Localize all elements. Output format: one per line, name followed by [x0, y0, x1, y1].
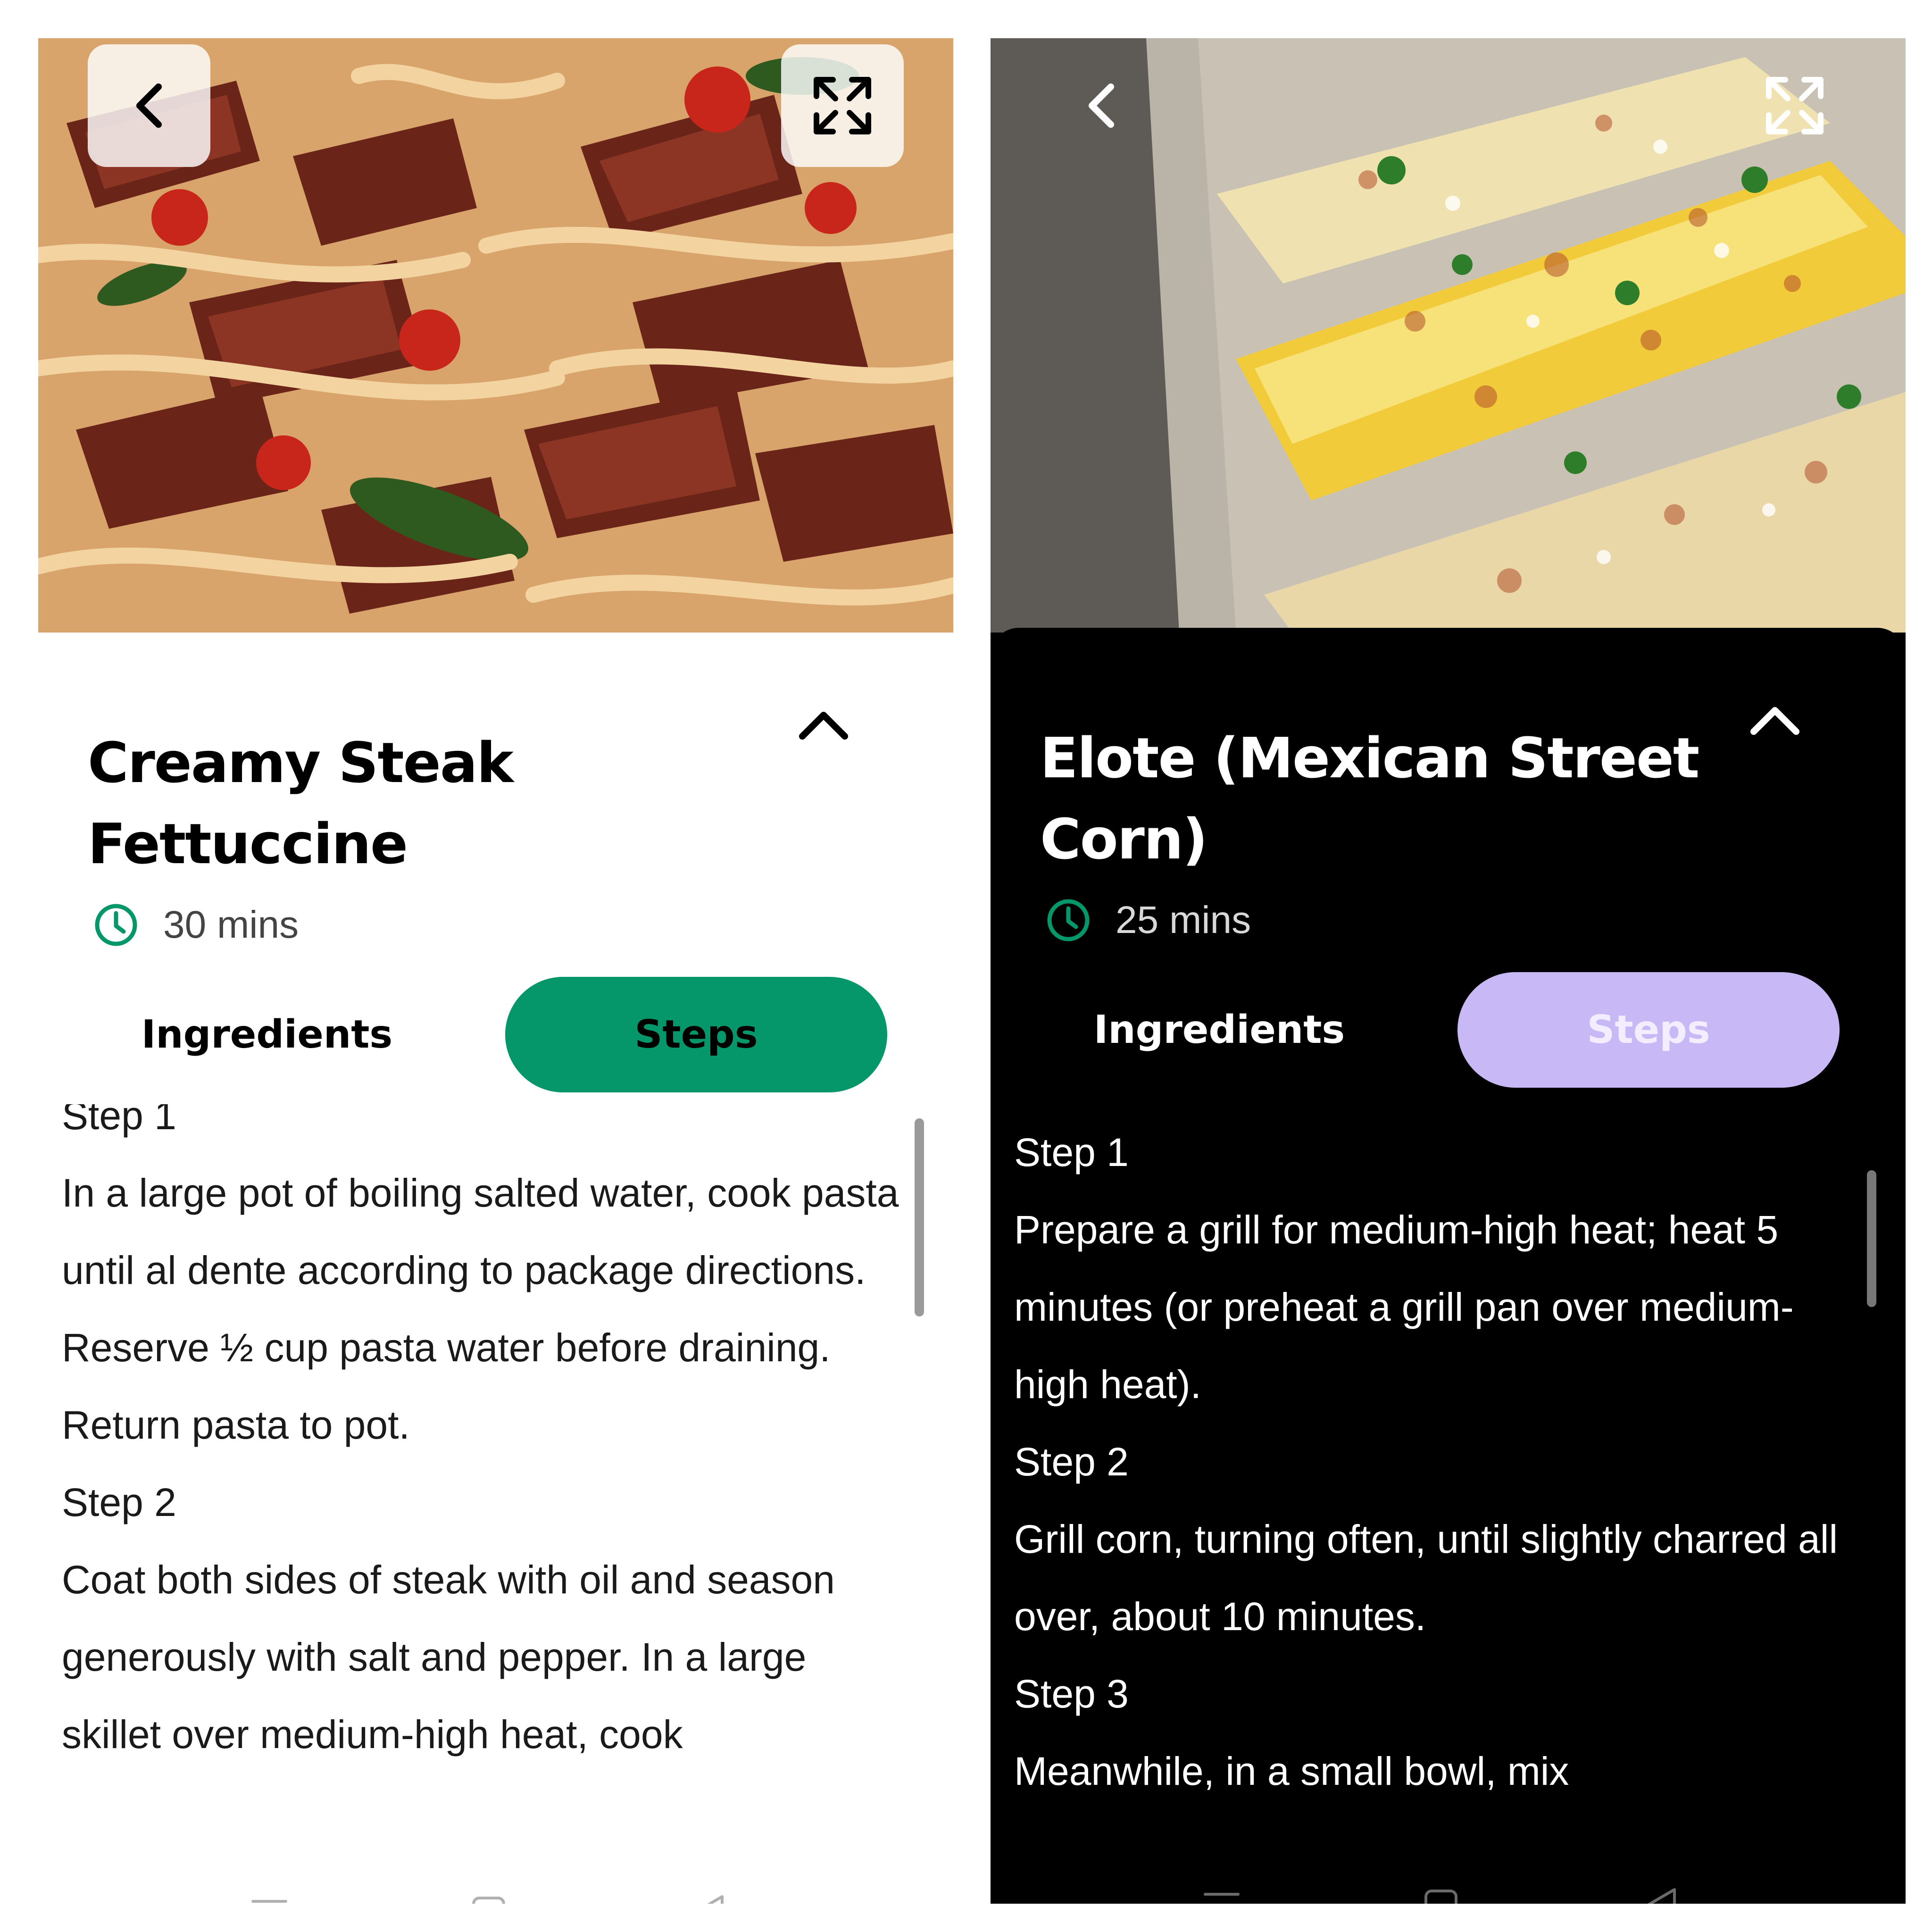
collapse-button[interactable] [1749, 699, 1801, 741]
menu-icon [1204, 1893, 1240, 1896]
expand-icon [814, 77, 871, 134]
home-button[interactable] [465, 1890, 512, 1904]
back-button[interactable] [88, 44, 210, 167]
recipe-sheet: Creamy Steak Fettuccine 30 mins Ingredie… [38, 633, 953, 1904]
step-label: Step 1 [62, 1104, 176, 1138]
step-text: Prepare a grill for medium-high heat; he… [1014, 1208, 1794, 1407]
clock-icon [95, 904, 137, 946]
system-nav-bar [991, 1871, 1906, 1904]
steps-list[interactable]: Step 1 In a large pot of boiling salted … [62, 1104, 911, 1779]
home-icon [1424, 1890, 1457, 1904]
scrollbar[interactable] [915, 1118, 924, 1316]
step-item: Step 1 Prepare a grill for medium-high h… [1014, 1114, 1863, 1423]
step-label: Step 2 [1014, 1440, 1129, 1484]
cook-time-text: 30 mins [163, 903, 299, 946]
scrollbar[interactable] [1867, 1170, 1876, 1307]
back-icon [136, 83, 162, 128]
recipe-title: Creamy Steak Fettuccine [88, 730, 514, 876]
back-nav-icon [1647, 1888, 1676, 1904]
home-button[interactable] [1417, 1882, 1465, 1904]
step-label: Step 3 [1014, 1672, 1129, 1716]
step-item: Step 1 In a large pot of boiling salted … [62, 1104, 911, 1464]
recipe-tabs: Ingredients Steps [991, 972, 1906, 1088]
steps-list[interactable]: Step 1 Prepare a grill for medium-high h… [1014, 1114, 1863, 1793]
step-text: Grill corn, turning often, until slightl… [1014, 1517, 1838, 1639]
expand-button[interactable] [781, 44, 904, 167]
step-label: Step 1 [1014, 1130, 1129, 1174]
tab-ingredients[interactable]: Ingredients [1028, 972, 1410, 1088]
recent-apps-button[interactable] [246, 1890, 293, 1904]
step-item: Step 2 Grill corn, turning often, until … [1014, 1423, 1863, 1655]
recipe-screen-dark: Elote (Mexican Street Corn) 25 mins Ingr… [991, 38, 1906, 1904]
recipe-sheet: Elote (Mexican Street Corn) 25 mins Ingr… [991, 628, 1906, 1904]
menu-icon [251, 1900, 287, 1903]
back-nav-icon [707, 1895, 724, 1904]
step-label: Step 2 [62, 1480, 176, 1524]
cook-time-text: 25 mins [1116, 899, 1251, 941]
back-button[interactable] [1040, 44, 1163, 167]
recipe-screen-light: Creamy Steak Fettuccine 30 mins Ingredie… [38, 38, 953, 1904]
recipe-title: Elote (Mexican Street Corn) [1040, 725, 1699, 872]
cook-time: 30 mins [92, 901, 299, 949]
recent-apps-button[interactable] [1198, 1882, 1245, 1904]
back-nav-button[interactable] [1637, 1882, 1684, 1904]
cook-time: 25 mins [1045, 897, 1251, 944]
expand-icon [1766, 77, 1824, 134]
step-text: In a large pot of boiling salted water, … [62, 1171, 899, 1447]
back-nav-button[interactable] [684, 1890, 732, 1904]
back-icon [1089, 83, 1114, 128]
step-text: Meanwhile, in a small bowl, mix [1014, 1749, 1569, 1793]
recipe-tabs: Ingredients Steps [38, 977, 953, 1092]
tab-steps[interactable]: Steps [505, 977, 887, 1092]
collapse-icon [799, 712, 848, 740]
step-item: Step 3 Meanwhile, in a small bowl, mix [1014, 1655, 1863, 1793]
clock-icon [1047, 899, 1090, 941]
tab-ingredients[interactable]: Ingredients [76, 977, 458, 1092]
step-item: Step 2 Coat both sides of steak with oil… [62, 1464, 911, 1773]
step-text: Coat both sides of steak with oil and se… [62, 1557, 835, 1757]
collapse-button[interactable] [798, 703, 849, 746]
tab-steps[interactable]: Steps [1457, 972, 1840, 1088]
collapse-icon [1750, 707, 1799, 735]
system-nav-bar [38, 1878, 953, 1904]
expand-button[interactable] [1733, 44, 1856, 167]
home-icon [472, 1897, 505, 1904]
